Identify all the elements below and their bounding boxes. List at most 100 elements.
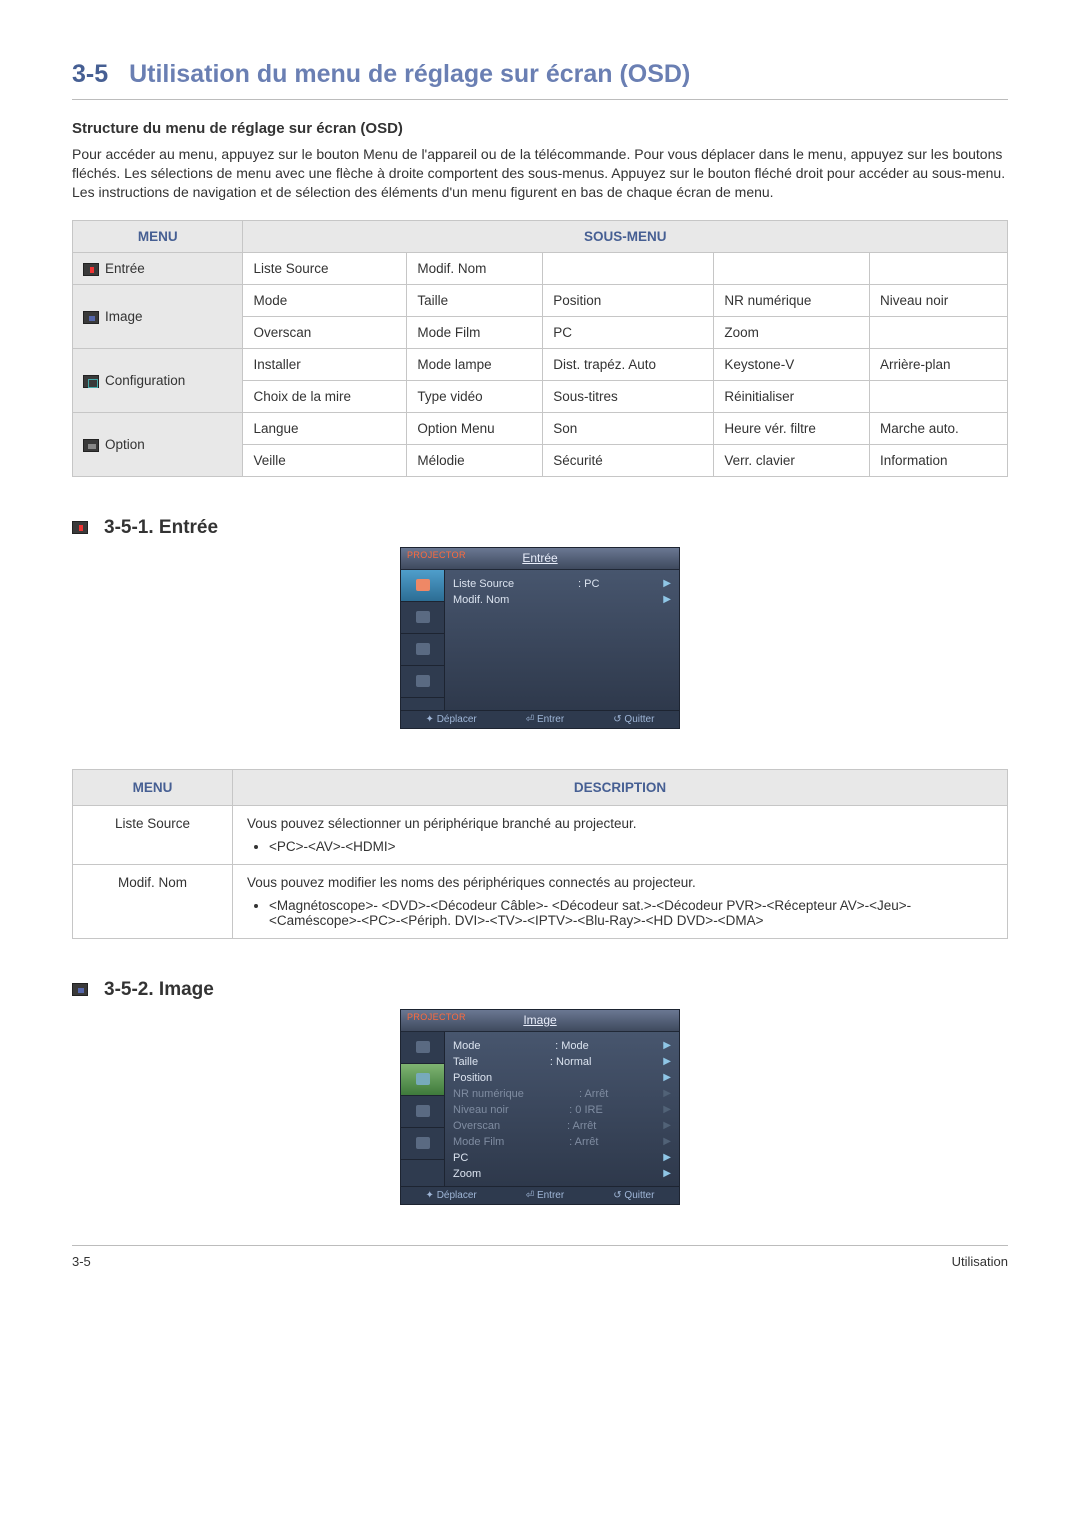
osd-quit-hint: ↺ Quitter — [613, 714, 654, 725]
subsection-351-title: 3-5-1. Entrée — [104, 517, 218, 539]
osd-quit-hint: ↺ Quitter — [613, 1190, 654, 1201]
page-footer: 3-5 Utilisation — [72, 1245, 1008, 1269]
table-row: OptionLangueOption MenuSonHeure vér. fil… — [73, 412, 1008, 444]
table-row: Modif. Nom Vous pouvez modifier les noms … — [73, 864, 1008, 938]
submenu-cell — [870, 252, 1008, 284]
osd-row-value: : Arrêt — [504, 1136, 663, 1148]
desc-bullet: <Magnétoscope>- <DVD>-<Décodeur Câble>- … — [269, 898, 993, 928]
submenu-cell: Sous-titres — [543, 380, 714, 412]
submenu-cell: Mode — [243, 284, 407, 316]
chevron-right-icon: ▶ — [663, 1104, 671, 1115]
osd-title: Image — [523, 1013, 556, 1027]
submenu-cell: Heure vér. filtre — [714, 412, 870, 444]
submenu-cell: Position — [543, 284, 714, 316]
desc-text-cell: Vous pouvez sélectionner un périphérique… — [233, 805, 1008, 864]
submenu-cell: Liste Source — [243, 252, 407, 284]
submenu-cell: Niveau noir — [870, 284, 1008, 316]
osd-row-label: Mode Film — [453, 1136, 504, 1148]
submenu-cell: NR numérique — [714, 284, 870, 316]
configuration-tab-icon — [401, 1096, 444, 1128]
osd-row-value: : 0 IRE — [509, 1104, 664, 1116]
chevron-right-icon: ▶ — [663, 578, 671, 589]
osd-screenshot: PROJECTORImageMode: Mode▶Taille: Normal▶… — [400, 1009, 680, 1205]
desc-text: Vous pouvez modifier les noms des périph… — [247, 875, 993, 890]
image-tab-icon — [401, 1064, 444, 1096]
submenu-cell: Réinitialiser — [714, 380, 870, 412]
chevron-right-icon: ▶ — [663, 594, 671, 605]
menu-label: Configuration — [105, 373, 185, 388]
submenu-cell: Mode lampe — [407, 348, 543, 380]
option-icon — [83, 439, 99, 452]
osd-footer: ✦ Déplacer⏎ Entrer↺ Quitter — [401, 710, 679, 728]
submenu-cell: Marche auto. — [870, 412, 1008, 444]
chevron-right-icon: ▶ — [663, 1152, 671, 1163]
submenu-cell: Mode Film — [407, 316, 543, 348]
osd-structure-table: MENU SOUS-MENU Entrée Liste SourceModif. … — [72, 220, 1008, 477]
chevron-right-icon: ▶ — [663, 1120, 671, 1131]
projector-label: PROJECTOR — [407, 1012, 466, 1022]
submenu-cell: PC — [543, 316, 714, 348]
osd-move-hint: ✦ Déplacer — [426, 714, 477, 725]
desc-text-cell: Vous pouvez modifier les noms des périph… — [233, 864, 1008, 938]
osd-row-label: Mode — [453, 1040, 481, 1052]
submenu-cell: Dist. trapéz. Auto — [543, 348, 714, 380]
entree-description-table: MENU DESCRIPTION Liste SourceVous pouvez… — [72, 769, 1008, 939]
osd-row: Mode Film: Arrêt▶ — [453, 1134, 671, 1150]
osd-row-label: Zoom — [453, 1168, 481, 1180]
osd-row-value: : Normal — [478, 1056, 663, 1068]
osd-row-label: PC — [453, 1152, 468, 1164]
footer-right: Utilisation — [952, 1254, 1008, 1269]
menu-label: Entrée — [105, 261, 145, 276]
osd-row: PC ▶ — [453, 1150, 671, 1166]
submenu-cell: Choix de la mire — [243, 380, 407, 412]
menu-cell: Entrée — [73, 252, 243, 284]
option-tab-icon — [401, 666, 444, 698]
projector-label: PROJECTOR — [407, 550, 466, 560]
submenu-cell: Modif. Nom — [407, 252, 543, 284]
osd-row-label: Taille — [453, 1056, 478, 1068]
osd-footer: ✦ Déplacer ⏎ Entrer ↺ Quitter — [401, 1186, 679, 1204]
osd-enter-hint: ⏎ Entrer — [526, 1190, 564, 1201]
submenu-cell: Keystone-V — [714, 348, 870, 380]
entrée-icon — [83, 263, 99, 276]
osd-row: Liste Source: PC▶ — [453, 576, 671, 592]
intro-paragraph: Pour accéder au menu, appuyez sur le bou… — [72, 145, 1008, 202]
configuration-tab-icon — [401, 634, 444, 666]
chevron-right-icon: ▶ — [663, 1072, 671, 1083]
osd-row-value: : Mode — [481, 1040, 664, 1052]
submenu-cell: Veille — [243, 444, 407, 476]
section-title-text: Utilisation du menu de réglage sur écran… — [129, 60, 690, 88]
submenu-cell: Sécurité — [543, 444, 714, 476]
submenu-cell: Son — [543, 412, 714, 444]
chevron-right-icon: ▶ — [663, 1088, 671, 1099]
submenu-cell: Mélodie — [407, 444, 543, 476]
osd-move-hint: ✦ Déplacer — [426, 1190, 477, 1201]
desc-bullet: <PC>-<AV>-<HDMI> — [269, 839, 993, 854]
menu-cell: Option — [73, 412, 243, 476]
subsection-351-head: 3-5-1. Entrée — [72, 517, 1008, 539]
osd-main: Mode: Mode▶Taille: Normal▶Position▶NR nu… — [445, 1032, 679, 1186]
th-menu: MENU — [73, 220, 243, 252]
submenu-cell: Verr. clavier — [714, 444, 870, 476]
menu-cell: Image — [73, 284, 243, 348]
osd-title: Entrée — [522, 551, 557, 565]
submenu-cell: Langue — [243, 412, 407, 444]
submenu-cell — [870, 316, 1008, 348]
osd-row: Niveau noir: 0 IRE▶ — [453, 1102, 671, 1118]
table-row: Entrée Liste SourceModif. Nom — [73, 252, 1008, 284]
menu-cell: Configuration — [73, 348, 243, 412]
submenu-cell: Type vidéo — [407, 380, 543, 412]
menu-label: Image — [105, 309, 143, 324]
submenu-cell: Overscan — [243, 316, 407, 348]
submenu-cell: Zoom — [714, 316, 870, 348]
desc-menu-cell: Modif. Nom — [73, 864, 233, 938]
subsection-352-title: 3-5-2. Image — [104, 979, 214, 1001]
osd-row-value: : Arrêt — [524, 1088, 663, 1100]
table-row: Liste SourceVous pouvez sélectionner un … — [73, 805, 1008, 864]
entree-icon — [72, 521, 88, 534]
submenu-cell: Arrière-plan — [870, 348, 1008, 380]
table-row: ConfigurationInstallerMode lampeDist. tr… — [73, 348, 1008, 380]
desc-menu-cell: Liste Source — [73, 805, 233, 864]
osd-row-label: Position — [453, 1072, 492, 1084]
th-submenu: SOUS-MENU — [243, 220, 1008, 252]
